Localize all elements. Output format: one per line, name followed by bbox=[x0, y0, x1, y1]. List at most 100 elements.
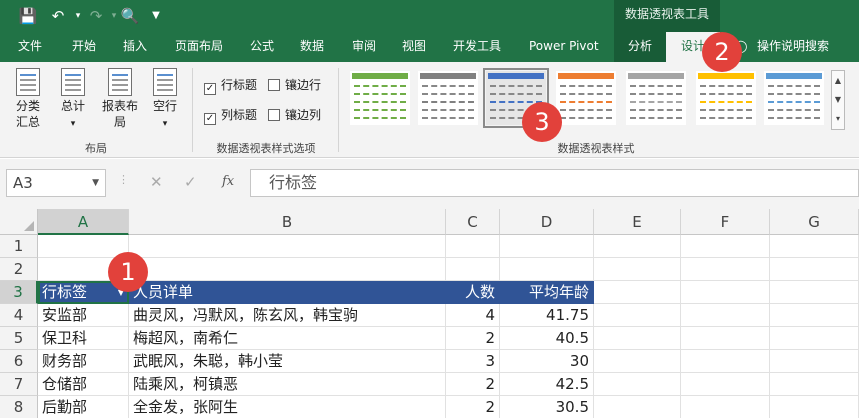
option-banded-rows[interactable]: 镶边行 bbox=[268, 76, 321, 94]
cell-headcount[interactable]: 2 bbox=[446, 327, 500, 350]
cell[interactable] bbox=[770, 235, 859, 258]
cell-average-age[interactable]: 30 bbox=[500, 350, 594, 373]
pivot-style-thumbnail[interactable] bbox=[350, 71, 410, 125]
cell-department[interactable]: 保卫科 bbox=[38, 327, 129, 350]
cell-average-age[interactable]: 42.5 bbox=[500, 373, 594, 396]
cell[interactable] bbox=[446, 258, 500, 281]
undo-dropdown-icon[interactable]: ▾ bbox=[68, 6, 88, 26]
cell-headcount[interactable]: 2 bbox=[446, 373, 500, 396]
subtotals-button[interactable]: 分类汇总 bbox=[8, 68, 48, 130]
print-preview-icon[interactable]: 🔍 bbox=[120, 6, 140, 26]
column-header-d[interactable]: D bbox=[500, 209, 594, 235]
cell[interactable] bbox=[500, 235, 594, 258]
column-header-e[interactable]: E bbox=[594, 209, 681, 235]
pivot-style-thumbnail[interactable] bbox=[418, 71, 478, 125]
cell[interactable] bbox=[681, 373, 770, 396]
tab-insert[interactable]: 插入 bbox=[123, 32, 147, 62]
cell-people-list[interactable]: 梅超风，南希仁 bbox=[129, 327, 446, 350]
pivot-header-count[interactable]: 人数 bbox=[446, 281, 500, 304]
tab-page-layout[interactable]: 页面布局 bbox=[175, 32, 223, 62]
cell[interactable] bbox=[681, 258, 770, 281]
cell[interactable] bbox=[594, 327, 681, 350]
gallery-scroll[interactable]: ▲ ▼ ▾ bbox=[831, 70, 845, 130]
cell[interactable] bbox=[594, 350, 681, 373]
tab-view[interactable]: 视图 bbox=[402, 32, 426, 62]
tab-power-pivot[interactable]: Power Pivot bbox=[529, 32, 599, 62]
cell-people-list[interactable]: 曲灵风，冯默风，陈玄风，韩宝驹 bbox=[129, 304, 446, 327]
cell[interactable] bbox=[129, 258, 446, 281]
cell-people-list[interactable]: 陆乘风，柯镇恶 bbox=[129, 373, 446, 396]
cell[interactable] bbox=[770, 396, 859, 418]
tell-me-search[interactable]: 操作说明搜索 bbox=[757, 32, 829, 62]
pivot-header-avg-age[interactable]: 平均年龄 bbox=[500, 281, 594, 304]
cell[interactable] bbox=[594, 304, 681, 327]
pivot-style-thumbnail[interactable] bbox=[696, 71, 756, 125]
option-banded-columns[interactable]: 镶边列 bbox=[268, 106, 321, 124]
cell[interactable] bbox=[129, 235, 446, 258]
cell[interactable] bbox=[681, 327, 770, 350]
tab-review[interactable]: 审阅 bbox=[352, 32, 376, 62]
cell[interactable] bbox=[770, 373, 859, 396]
cell-department[interactable]: 仓储部 bbox=[38, 373, 129, 396]
tab-data[interactable]: 数据 bbox=[300, 32, 324, 62]
enter-icon[interactable]: ✓ bbox=[184, 173, 197, 191]
insert-function-icon[interactable]: fx bbox=[222, 174, 234, 189]
row-header-1[interactable]: 1 bbox=[0, 235, 38, 258]
pivot-style-thumbnail[interactable] bbox=[556, 71, 616, 125]
row-header-4[interactable]: 4 bbox=[0, 304, 38, 327]
pivot-style-thumbnail[interactable] bbox=[626, 71, 686, 125]
cell[interactable] bbox=[770, 258, 859, 281]
cell[interactable] bbox=[594, 258, 681, 281]
chevron-down-icon[interactable]: ▼ bbox=[92, 170, 99, 196]
redo-icon[interactable]: ↷ bbox=[86, 6, 106, 26]
cell-average-age[interactable]: 40.5 bbox=[500, 327, 594, 350]
cell-average-age[interactable]: 30.5 bbox=[500, 396, 594, 418]
column-header-b[interactable]: B bbox=[129, 209, 446, 235]
row-header-2[interactable]: 2 bbox=[0, 258, 38, 281]
cell[interactable] bbox=[594, 396, 681, 418]
cell-people-list[interactable]: 武眠风，朱聪，韩小莹 bbox=[129, 350, 446, 373]
cell-headcount[interactable]: 2 bbox=[446, 396, 500, 418]
cell-department[interactable]: 安监部 bbox=[38, 304, 129, 327]
undo-icon[interactable]: ↶ bbox=[48, 6, 68, 26]
cell[interactable] bbox=[38, 235, 129, 258]
cell[interactable] bbox=[500, 258, 594, 281]
save-icon[interactable]: 💾 bbox=[18, 6, 38, 26]
column-header-a[interactable]: A bbox=[38, 209, 129, 235]
cell[interactable] bbox=[770, 281, 859, 304]
formula-input[interactable]: 行标签 bbox=[250, 169, 859, 197]
cell[interactable] bbox=[681, 396, 770, 418]
column-header-g[interactable]: G bbox=[770, 209, 859, 235]
name-box[interactable]: A3 ▼ bbox=[6, 169, 106, 197]
row-header-7[interactable]: 7 bbox=[0, 373, 38, 396]
cell[interactable] bbox=[681, 350, 770, 373]
column-header-c[interactable]: C bbox=[446, 209, 500, 235]
cell[interactable] bbox=[770, 350, 859, 373]
cell[interactable] bbox=[594, 281, 681, 304]
cell-department[interactable]: 后勤部 bbox=[38, 396, 129, 418]
cell[interactable] bbox=[770, 304, 859, 327]
cell[interactable] bbox=[770, 327, 859, 350]
tab-home[interactable]: 开始 bbox=[72, 32, 96, 62]
cell-headcount[interactable]: 3 bbox=[446, 350, 500, 373]
tab-developer[interactable]: 开发工具 bbox=[453, 32, 501, 62]
option-column-headers[interactable]: ✓ 列标题 bbox=[204, 106, 257, 125]
row-header-3[interactable]: 3 bbox=[0, 281, 38, 304]
cell-department[interactable]: 财务部 bbox=[38, 350, 129, 373]
column-header-f[interactable]: F bbox=[681, 209, 770, 235]
row-header-6[interactable]: 6 bbox=[0, 350, 38, 373]
cell[interactable] bbox=[594, 235, 681, 258]
blank-rows-button[interactable]: 空行 ▾ bbox=[148, 68, 182, 132]
tab-analyze[interactable]: 分析 bbox=[614, 32, 666, 62]
tab-formulas[interactable]: 公式 bbox=[250, 32, 274, 62]
pivot-style-thumbnail[interactable] bbox=[764, 71, 824, 125]
cell-people-list[interactable]: 全金发，张阿生 bbox=[129, 396, 446, 418]
pivot-header-people[interactable]: 人员详单 bbox=[129, 281, 446, 304]
cell[interactable] bbox=[681, 235, 770, 258]
row-header-8[interactable]: 8 bbox=[0, 396, 38, 418]
cell[interactable] bbox=[681, 281, 770, 304]
select-all-corner[interactable] bbox=[0, 209, 38, 235]
option-row-headers[interactable]: ✓ 行标题 bbox=[204, 76, 257, 95]
row-header-5[interactable]: 5 bbox=[0, 327, 38, 350]
tab-file[interactable]: 文件 bbox=[18, 32, 42, 62]
